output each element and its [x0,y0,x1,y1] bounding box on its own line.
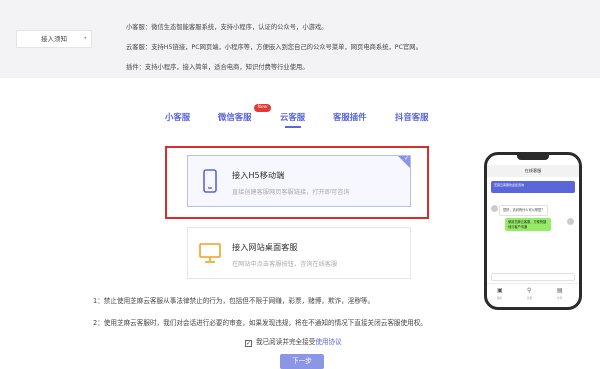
new-badge: New [254,104,271,112]
agreement-checkbox[interactable]: ✓ [245,340,252,347]
phone-notch [517,155,549,160]
card-title: 接入网站桌面客服 [232,242,298,252]
chat-bubble-user: 使用芝麻云客服，方便快捷地与客户沟通 [505,218,551,231]
dot-icon: • [83,35,87,42]
desktop-monitor-icon [199,243,221,263]
image-icon: ▣ [497,287,503,294]
tool-label: 文件 [557,297,563,300]
phone-chat-title: 在线客服 [487,165,579,177]
chat-bubble-agent: 您好，请问有什么可以帮您？ [499,205,549,216]
tab-xiaokefu[interactable]: 小客服 [165,111,190,123]
card-desktop-web[interactable]: 接入网站桌面客服 在网站中点击客服按钮，咨询在线客服 [187,227,411,279]
info-line-yunkefu: 云客服：支持H5链接，PC网页端，小程序等，方便嵌入到您自己的公众号菜单，网页电… [126,44,422,51]
file-icon: ▤ [557,287,563,294]
agreement-link[interactable]: 使用协议 [315,338,341,346]
notice-tag-label: 接入须知 [41,35,67,43]
notice-panel: 接入须知 • 小客服：微信生态智能客服系统，支持小程序，认证的公众号，小游戏。 … [0,0,600,78]
card-subtitle: 在网站中点击客服按钮，咨询在线客服 [232,261,338,268]
tab-kefu-plugin[interactable]: 客服插件 [333,111,367,123]
info-line-xiaokefu: 小客服：微信生态智能客服系统，支持小程序，认证的公众号，小游戏。 [126,24,328,31]
info-line-plugin: 插件：支持小程序，接入简单，适合电商，知识付费等行业使用。 [126,64,309,71]
note-1: 1：禁止使用芝麻云客服从事法律禁止的行为，包括但不限于网赚，彩票，赌博，欺诈，淫… [93,297,375,305]
active-tab-underline [285,126,301,128]
agreement-row: ✓ 我已阅读并完全接受使用协议 [245,336,342,347]
next-step-button[interactable]: 下一步 [280,354,324,369]
avatar [567,218,574,225]
notice-tag: 接入须知 • [16,30,92,48]
phone-toolbar: ▣ 图片 ⚲ 位置 ▤ 文件 [487,283,579,303]
highlight-frame [165,146,429,219]
phone-preview: 在线客服 芝麻云客服欢迎您咨询 您好，请问有什么可以帮您？ 使用芝麻云客服，方便… [484,152,582,310]
tool-label: 位置 [527,297,533,300]
phone-message-input [491,273,575,281]
tab-wechat-kefu[interactable]: 微信客服 [218,111,252,123]
service-tabs: 小客服 微信客服 云客服 客服插件 抖音客服 [0,111,600,127]
avatar [491,205,498,212]
location-icon: ⚲ [527,287,532,294]
tab-douyin-kefu[interactable]: 抖音客服 [395,111,429,123]
phone-banner: 芝麻云客服欢迎您咨询 [491,181,575,193]
note-2: 2：使用芝麻云客服时，我们对会话进行必要的审查，如果发现违规，将在不通知的情况下… [93,319,427,327]
tab-yunkefu[interactable]: 云客服 [280,111,305,123]
tool-label: 图片 [497,297,503,300]
agreement-text: 我已阅读并完全接受 [256,338,316,346]
